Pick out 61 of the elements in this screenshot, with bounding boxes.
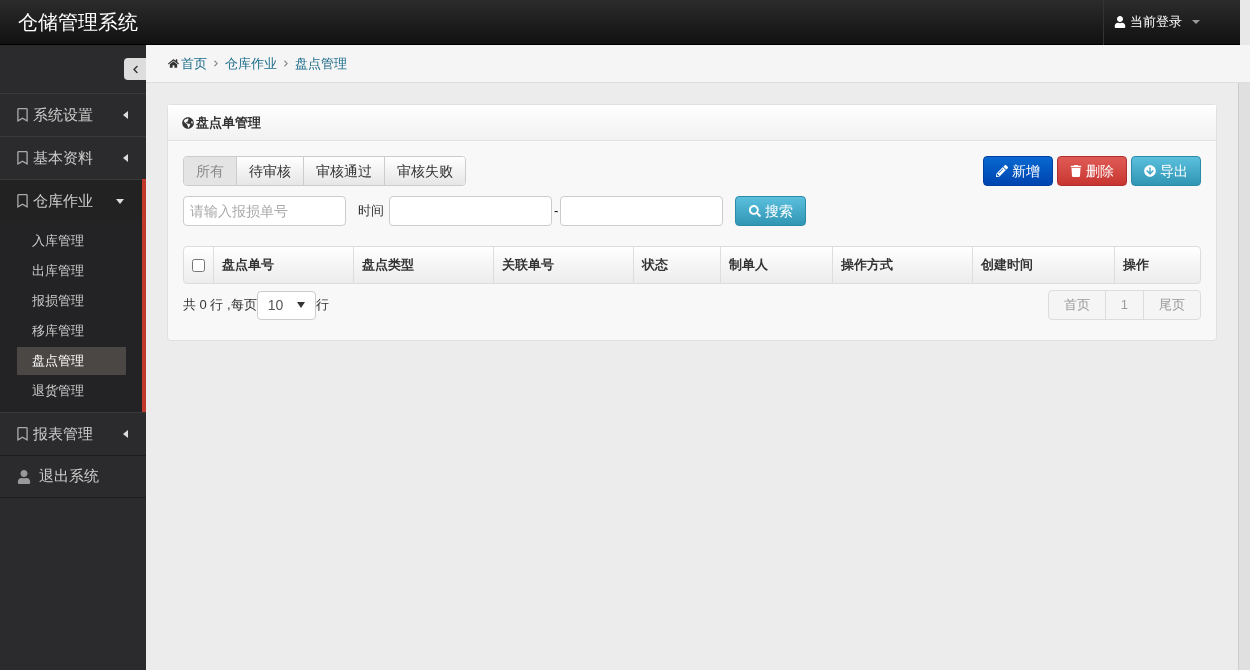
bookmark-icon — [16, 427, 29, 441]
user-icon — [17, 469, 31, 484]
start-date-field[interactable] — [389, 196, 552, 226]
total-rows-text: 共 0 行 ,每页 — [183, 296, 257, 315]
panel-title: 盘点单管理 — [196, 113, 261, 132]
search-icon — [748, 205, 761, 217]
filter-tab[interactable]: 审核失败 — [385, 157, 465, 185]
submenu-item[interactable]: 盘点管理 — [17, 347, 126, 375]
home-icon — [168, 58, 179, 69]
submenu-item[interactable]: 入库管理 — [17, 227, 126, 255]
logout-item[interactable]: 退出系统 — [0, 455, 146, 498]
app-title: 仓储管理系统 — [18, 10, 138, 35]
submenu-item[interactable]: 报损管理 — [17, 287, 126, 315]
filter-tab[interactable]: 审核通过 — [304, 157, 385, 185]
rows-suffix: 行 — [315, 296, 329, 315]
bookmark-icon — [16, 194, 29, 208]
caret-down-icon — [116, 198, 124, 204]
user-icon — [1114, 16, 1126, 28]
caret-down-icon — [296, 302, 305, 308]
breadcrumb-link[interactable]: 首页 — [181, 53, 207, 74]
time-label: 时间 — [358, 202, 384, 221]
pencil-icon — [996, 165, 1008, 177]
download-icon — [1144, 165, 1156, 177]
chevron-right-icon — [213, 60, 219, 67]
end-date-field[interactable] — [560, 196, 724, 226]
column-header: 操作方式 — [841, 256, 893, 275]
filter-tab[interactable]: 待审核 — [237, 157, 304, 185]
column-header: 盘点单号 — [222, 256, 274, 275]
caret-left-icon — [123, 154, 128, 162]
bookmark-icon — [16, 108, 29, 122]
submenu-item[interactable]: 出库管理 — [17, 257, 126, 285]
submenu-item[interactable]: 移库管理 — [17, 317, 126, 345]
submenu-item[interactable]: 退货管理 — [17, 377, 126, 405]
scrollbar[interactable] — [1238, 83, 1250, 670]
column-header: 创建时间 — [981, 256, 1033, 275]
select-all-checkbox[interactable] — [192, 258, 205, 272]
column-header: 关联单号 — [502, 256, 554, 275]
menu-item[interactable]: 报表管理 — [0, 412, 146, 455]
caret-left-icon — [123, 430, 128, 438]
globe-icon — [182, 116, 194, 129]
scrollbar[interactable] — [1240, 0, 1250, 45]
order-number-field[interactable]: 请输入报损单号 — [183, 196, 346, 226]
collapse-button[interactable] — [124, 58, 146, 80]
menu-item[interactable]: 系统设置 — [0, 93, 146, 136]
caret-icon — [1192, 20, 1200, 24]
breadcrumb-link[interactable]: 仓库作业 — [225, 53, 277, 74]
trash-icon — [1070, 165, 1082, 177]
page-size-select[interactable]: 10 — [256, 290, 316, 320]
column-header: 盘点类型 — [362, 256, 414, 275]
user-menu[interactable]: 当前登录 — [1103, 0, 1230, 45]
action-button[interactable]: 删除 — [1057, 156, 1127, 186]
range-separator: - — [554, 202, 559, 221]
bookmark-icon — [16, 151, 29, 165]
action-button[interactable]: 新增 — [983, 156, 1053, 186]
column-header: 制单人 — [729, 256, 768, 275]
column-header: 操作 — [1123, 256, 1149, 275]
breadcrumb-link[interactable]: 盘点管理 — [295, 53, 347, 74]
chevron-left-icon — [130, 64, 140, 74]
column-header: 状态 — [642, 256, 668, 275]
chevron-right-icon — [283, 60, 289, 67]
caret-left-icon — [123, 111, 128, 119]
